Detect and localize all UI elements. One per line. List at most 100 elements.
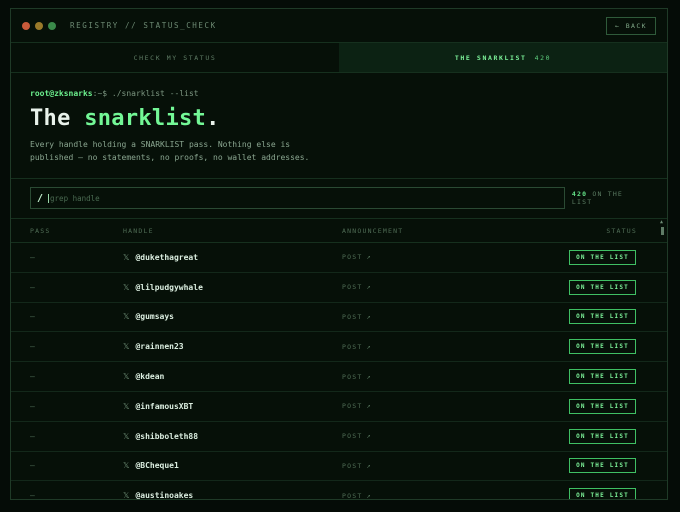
- tab-label: CHECK MY STATUS: [133, 53, 217, 62]
- announcement-cell: POST ↗: [342, 283, 512, 291]
- terminal-prompt: root@zksnarks:~$ ./snarklist --list: [30, 89, 648, 98]
- slash-icon: /: [37, 192, 44, 204]
- handle-cell: 𝕏 @infamousXBT: [123, 402, 342, 411]
- title-suffix: .: [206, 106, 220, 131]
- page-title: The snarklist.: [30, 106, 648, 131]
- post-link[interactable]: POST: [342, 492, 362, 499]
- handle-cell: 𝕏 @lilpudgywhale: [123, 283, 342, 292]
- post-link[interactable]: POST: [342, 432, 362, 440]
- x-logo-icon: 𝕏: [123, 372, 130, 382]
- handle-link[interactable]: @dukethagreat: [135, 253, 198, 262]
- external-link-icon[interactable]: ↗: [366, 253, 370, 261]
- table-row[interactable]: — 𝕏 @BCheque1 POST ↗ ON THE LIST: [11, 452, 667, 482]
- table-row[interactable]: — 𝕏 @dukethagreat POST ↗ ON THE LIST: [11, 243, 667, 273]
- x-logo-icon: 𝕏: [123, 342, 130, 352]
- search-box[interactable]: /: [30, 187, 565, 209]
- status-cell: ON THE LIST: [512, 488, 648, 499]
- external-link-icon[interactable]: ↗: [366, 373, 370, 381]
- external-link-icon[interactable]: ↗: [366, 432, 370, 440]
- status-badge: ON THE LIST: [569, 458, 636, 474]
- table-row[interactable]: — 𝕏 @kdean POST ↗ ON THE LIST: [11, 362, 667, 392]
- minimize-dot-icon[interactable]: [35, 21, 43, 30]
- post-link[interactable]: POST: [342, 253, 362, 261]
- table-row[interactable]: — 𝕏 @infamousXBT POST ↗ ON THE LIST: [11, 392, 667, 422]
- x-logo-icon: 𝕏: [123, 491, 130, 500]
- pass-cell: —: [30, 252, 35, 262]
- app-window: REGISTRY // STATUS_CHECK ← BACK CHECK MY…: [10, 8, 668, 500]
- status-cell: ON THE LIST: [512, 249, 648, 265]
- pass-cell: —: [30, 312, 35, 322]
- title-prefix: The: [30, 106, 85, 131]
- external-link-icon[interactable]: ↗: [366, 402, 370, 410]
- pass-cell: —: [30, 461, 35, 471]
- status-cell: ON THE LIST: [512, 428, 648, 444]
- handle-link[interactable]: @austinoakes: [135, 491, 193, 499]
- x-logo-icon: 𝕏: [123, 401, 130, 411]
- close-dot-icon[interactable]: [22, 21, 30, 30]
- table-row[interactable]: — 𝕏 @lilpudgywhale POST ↗ ON THE LIST: [11, 273, 667, 303]
- table-row[interactable]: — 𝕏 @gumsays POST ↗ ON THE LIST: [11, 303, 667, 333]
- prompt-command: :~$ ./snarklist --list: [92, 89, 199, 98]
- external-link-icon[interactable]: ↗: [366, 462, 370, 470]
- tab-bar: CHECK MY STATUS THE SNARKLIST 420: [11, 43, 667, 73]
- handle-link[interactable]: @rainnen23: [135, 342, 183, 351]
- search-input[interactable]: [48, 193, 558, 203]
- x-logo-icon: 𝕏: [123, 312, 130, 322]
- scroll-up-icon[interactable]: ▲: [660, 219, 663, 225]
- announcement-cell: POST ↗: [342, 313, 512, 321]
- table-row[interactable]: — 𝕏 @shibboleth88 POST ↗ ON THE LIST: [11, 422, 667, 452]
- post-link[interactable]: POST: [342, 313, 362, 321]
- scrollbar[interactable]: ▲ ▼: [660, 219, 665, 499]
- list-count-number: 420: [571, 190, 588, 198]
- post-link[interactable]: POST: [342, 402, 362, 410]
- window-title: REGISTRY // STATUS_CHECK: [70, 21, 217, 30]
- post-link[interactable]: POST: [342, 373, 362, 381]
- external-link-icon[interactable]: ↗: [366, 492, 370, 499]
- external-link-icon[interactable]: ↗: [366, 283, 370, 291]
- tab-the-snarklist[interactable]: THE SNARKLIST 420: [339, 43, 667, 72]
- handle-link[interactable]: @infamousXBT: [135, 402, 193, 411]
- announcement-cell: POST ↗: [342, 462, 512, 470]
- scrollbar-thumb[interactable]: [661, 227, 664, 235]
- handle-cell: 𝕏 @BCheque1: [123, 461, 342, 470]
- handle-cell: 𝕏 @gumsays: [123, 312, 342, 321]
- column-header-handle[interactable]: HANDLE: [123, 227, 342, 235]
- status-cell: ON THE LIST: [512, 458, 648, 474]
- handle-cell: 𝕏 @dukethagreat: [123, 253, 342, 262]
- handle-cell: 𝕏 @shibboleth88: [123, 432, 342, 441]
- announcement-cell: POST ↗: [342, 373, 512, 381]
- status-badge: ON THE LIST: [569, 309, 636, 325]
- status-cell: ON THE LIST: [512, 309, 648, 325]
- post-link[interactable]: POST: [342, 462, 362, 470]
- handle-link[interactable]: @lilpudgywhale: [135, 283, 202, 292]
- search-row: / 420 ON THE LIST: [11, 179, 667, 219]
- post-link[interactable]: POST: [342, 343, 362, 351]
- column-header-status[interactable]: STATUS: [512, 227, 648, 235]
- title-bar: REGISTRY // STATUS_CHECK ← BACK: [11, 9, 667, 43]
- pass-cell: —: [30, 431, 35, 441]
- handle-link[interactable]: @kdean: [135, 372, 164, 381]
- table-body: — 𝕏 @dukethagreat POST ↗ ON THE LIST — 𝕏…: [11, 243, 667, 500]
- table-header: PASS HANDLE ANNOUNCEMENT STATUS: [11, 219, 667, 243]
- status-badge: ON THE LIST: [569, 488, 636, 499]
- external-link-icon[interactable]: ↗: [366, 343, 370, 351]
- announcement-cell: POST ↗: [342, 492, 512, 499]
- announcement-cell: POST ↗: [342, 432, 512, 440]
- column-header-pass[interactable]: PASS: [30, 227, 123, 235]
- back-button[interactable]: ← BACK: [606, 16, 656, 35]
- handle-cell: 𝕏 @rainnen23: [123, 342, 342, 351]
- table-row[interactable]: — 𝕏 @rainnen23 POST ↗ ON THE LIST: [11, 332, 667, 363]
- post-link[interactable]: POST: [342, 283, 362, 291]
- column-header-announcement[interactable]: ANNOUNCEMENT: [342, 227, 512, 235]
- handle-cell: 𝕏 @kdean: [123, 372, 342, 381]
- external-link-icon[interactable]: ↗: [366, 313, 370, 321]
- maximize-dot-icon[interactable]: [48, 21, 56, 30]
- handle-link[interactable]: @gumsays: [135, 312, 174, 321]
- tab-count-badge: 420: [534, 53, 552, 62]
- x-logo-icon: 𝕏: [123, 461, 130, 471]
- handle-link[interactable]: @shibboleth88: [135, 432, 198, 441]
- tab-check-my-status[interactable]: CHECK MY STATUS: [11, 43, 339, 72]
- handle-link[interactable]: @BCheque1: [135, 461, 178, 470]
- table-row[interactable]: — 𝕏 @austinoakes POST ↗ ON THE LIST: [11, 481, 667, 500]
- status-badge: ON THE LIST: [569, 249, 636, 265]
